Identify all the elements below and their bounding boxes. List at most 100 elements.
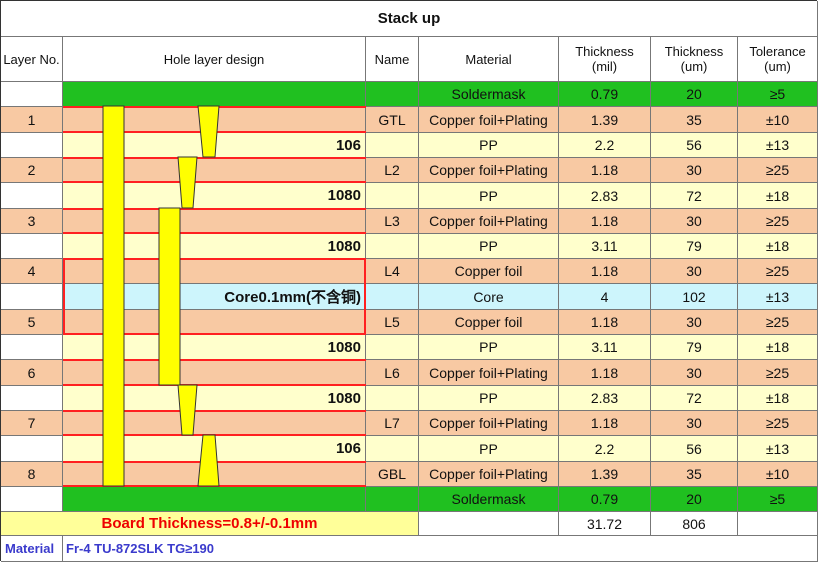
- thickness-um-cell: 35: [651, 107, 738, 133]
- header-layer-no: Layer No.: [1, 37, 63, 82]
- total-thickness-mil: 31.72: [559, 512, 651, 536]
- material-cell: PP: [419, 234, 559, 259]
- tolerance-cell: ≥5: [738, 82, 818, 107]
- hole-layer-label: [63, 158, 366, 183]
- material-label: Material: [1, 536, 63, 562]
- layer-name-cell: [366, 386, 419, 411]
- thickness-um-cell: 79: [651, 234, 738, 259]
- thickness-um-cell: 30: [651, 360, 738, 386]
- layer-name-cell: [366, 487, 419, 512]
- hole-layer-label: 1080: [63, 335, 366, 360]
- hole-layer-label: [63, 209, 366, 234]
- hole-layer-label: [63, 107, 366, 133]
- layer-name-cell: L6: [366, 360, 419, 386]
- hole-layer-label: 106: [63, 436, 366, 462]
- total-thickness-um: 806: [651, 512, 738, 536]
- tolerance-cell: ±10: [738, 462, 818, 487]
- footer-material-blank: [419, 512, 559, 536]
- material-cell: Soldermask: [419, 487, 559, 512]
- material-cell: Core: [419, 284, 559, 310]
- tolerance-cell: ≥25: [738, 360, 818, 386]
- material-cell: PP: [419, 386, 559, 411]
- layer-name-cell: [366, 82, 419, 107]
- header-material: Material: [419, 37, 559, 82]
- material-spec: Fr-4 TU-872SLK TG≥190: [63, 536, 818, 562]
- material-cell: PP: [419, 335, 559, 360]
- hole-layer-label: Core0.1mm(不含铜): [63, 284, 366, 310]
- thickness-mil-cell: 2.2: [559, 133, 651, 158]
- material-cell: Copper foil+Plating: [419, 360, 559, 386]
- footer-tolerance-blank: [738, 512, 818, 536]
- material-cell: Copper foil+Plating: [419, 158, 559, 183]
- thickness-mil-cell: 1.39: [559, 462, 651, 487]
- thickness-mil-cell: 2.83: [559, 183, 651, 209]
- tolerance-cell: ≥25: [738, 411, 818, 436]
- layer-name-cell: L5: [366, 310, 419, 335]
- layer-number-cell: [1, 82, 63, 107]
- layer-number-cell: [1, 487, 63, 512]
- layer-number-cell: 4: [1, 259, 63, 284]
- layer-number-cell: [1, 234, 63, 259]
- hole-layer-label: 106: [63, 133, 366, 158]
- layer-number-cell: 2: [1, 158, 63, 183]
- thickness-um-cell: 20: [651, 487, 738, 512]
- layer-name-cell: [366, 183, 419, 209]
- layer-name-cell: [366, 234, 419, 259]
- thickness-mil-cell: 1.39: [559, 107, 651, 133]
- thickness-um-cell: 30: [651, 209, 738, 234]
- thickness-mil-cell: 1.18: [559, 310, 651, 335]
- material-cell: PP: [419, 183, 559, 209]
- tolerance-cell: ≥5: [738, 487, 818, 512]
- board-thickness: Board Thickness=0.8+/-0.1mm: [1, 512, 419, 536]
- layer-name-cell: L4: [366, 259, 419, 284]
- layer-number-cell: 7: [1, 411, 63, 436]
- thickness-um-cell: 79: [651, 335, 738, 360]
- thickness-um-cell: 30: [651, 259, 738, 284]
- thickness-mil-cell: 1.18: [559, 209, 651, 234]
- layer-name-cell: [366, 284, 419, 310]
- thickness-mil-cell: 3.11: [559, 335, 651, 360]
- stackup-table: Stack up Layer No. Hole layer design Name Ma…: [0, 0, 818, 562]
- thickness-mil-cell: 1.18: [559, 158, 651, 183]
- header-thickness-mil: Thickness (mil): [559, 37, 651, 82]
- tolerance-cell: ±13: [738, 436, 818, 462]
- material-cell: Copper foil+Plating: [419, 209, 559, 234]
- tolerance-cell: ±13: [738, 284, 818, 310]
- layer-number-cell: 8: [1, 462, 63, 487]
- header-tolerance: Tolerance (um): [738, 37, 818, 82]
- thickness-um-cell: 72: [651, 386, 738, 411]
- table-title: Stack up: [1, 1, 818, 37]
- material-cell: Copper foil+Plating: [419, 462, 559, 487]
- hole-layer-label: [63, 310, 366, 335]
- thickness-mil-cell: 4: [559, 284, 651, 310]
- thickness-mil-cell: 0.79: [559, 82, 651, 107]
- tolerance-cell: ±10: [738, 107, 818, 133]
- layer-name-cell: L2: [366, 158, 419, 183]
- thickness-mil-cell: 2.83: [559, 386, 651, 411]
- tolerance-cell: ≥25: [738, 158, 818, 183]
- thickness-um-cell: 30: [651, 310, 738, 335]
- tolerance-cell: ±18: [738, 183, 818, 209]
- thickness-um-cell: 102: [651, 284, 738, 310]
- hole-layer-label: 1080: [63, 234, 366, 259]
- header-thickness-um: Thickness (um): [651, 37, 738, 82]
- material-cell: Copper foil+Plating: [419, 411, 559, 436]
- material-cell: Soldermask: [419, 82, 559, 107]
- layer-number-cell: [1, 335, 63, 360]
- layer-name-cell: [366, 436, 419, 462]
- material-cell: PP: [419, 436, 559, 462]
- thickness-um-cell: 72: [651, 183, 738, 209]
- thickness-um-cell: 20: [651, 82, 738, 107]
- layer-number-cell: [1, 183, 63, 209]
- layer-number-cell: [1, 386, 63, 411]
- material-cell: Copper foil+Plating: [419, 107, 559, 133]
- tolerance-cell: ±18: [738, 335, 818, 360]
- thickness-mil-cell: 1.18: [559, 411, 651, 436]
- thickness-um-cell: 35: [651, 462, 738, 487]
- header-hole-design: Hole layer design: [63, 37, 366, 82]
- layer-number-cell: [1, 284, 63, 310]
- layer-name-cell: L7: [366, 411, 419, 436]
- tolerance-cell: ≥25: [738, 259, 818, 284]
- tolerance-cell: ≥25: [738, 209, 818, 234]
- hole-layer-label: 1080: [63, 183, 366, 209]
